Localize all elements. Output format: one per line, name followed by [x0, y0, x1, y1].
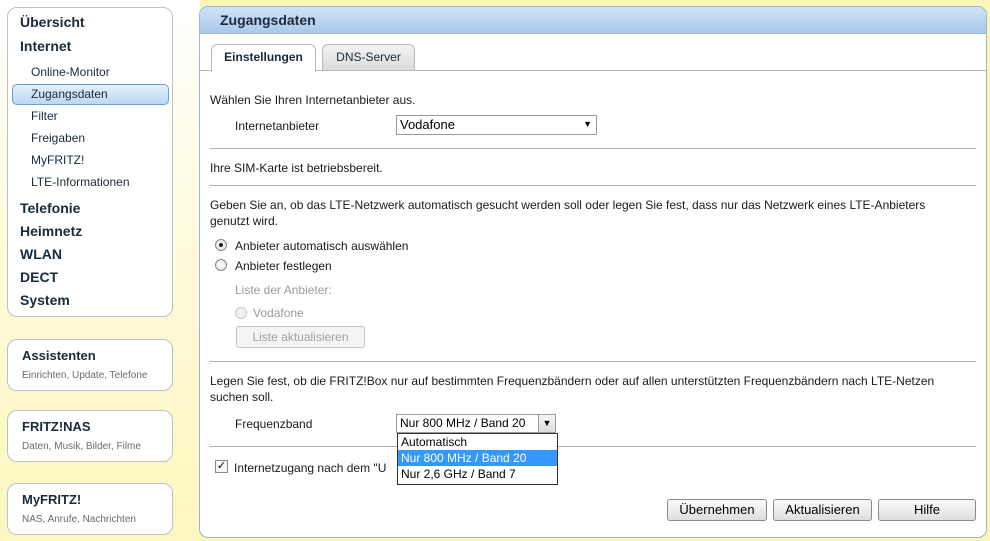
fritznas-title: FRITZ!NAS [22, 419, 91, 434]
assistenten-box[interactable]: Assistenten Einrichten, Update, Telefone [7, 339, 173, 391]
provider-list-label: Liste der Anbieter: [235, 283, 332, 297]
provider-list-item: Vodafone [253, 306, 304, 320]
nav-item-wlan[interactable]: WLAN [20, 246, 62, 262]
chevron-down-icon[interactable]: ▼ [538, 415, 555, 432]
radio-auto-provider[interactable] [215, 239, 227, 251]
band-option-2-6ghz[interactable]: Nur 2,6 GHz / Band 7 [398, 466, 557, 482]
nav-item-freigaben[interactable]: Freigaben [31, 131, 85, 145]
nav-item-system[interactable]: System [20, 292, 70, 308]
help-button[interactable]: Hilfe [878, 499, 976, 521]
content-panel: Zugangsdaten Einstellungen DNS-Server Wä… [199, 6, 987, 538]
provider-label: Internetanbieter [235, 119, 320, 133]
tab-dns-server[interactable]: DNS-Server [322, 44, 415, 71]
tab-divider [200, 70, 986, 71]
divider [210, 148, 976, 149]
band-select[interactable]: Nur 800 MHz / Band 20 ▼ [396, 414, 556, 433]
divider [210, 446, 976, 447]
panel-header: Zugangsdaten [200, 7, 986, 34]
nav-item-dect[interactable]: DECT [20, 269, 58, 285]
nav-item-telefonie[interactable]: Telefonie [20, 200, 80, 216]
band-label: Frequenzband [235, 417, 313, 431]
band-option-automatisch[interactable]: Automatisch [398, 434, 557, 450]
page-title: Zugangsdaten [220, 12, 316, 28]
radio-auto-label[interactable]: Anbieter automatisch auswählen [235, 239, 408, 253]
band-option-800mhz[interactable]: Nur 800 MHz / Band 20 [398, 450, 557, 466]
band-description: Legen Sie fest, ob die FRITZ!Box nur auf… [210, 374, 935, 404]
chevron-down-icon: ▼ [583, 119, 592, 129]
band-select-value: Nur 800 MHz / Band 20 [400, 416, 526, 430]
tab-einstellungen[interactable]: Einstellungen [211, 44, 316, 72]
fritznas-subtitle: Daten, Musik, Bilder, Filme [22, 441, 141, 452]
radio-provider-vodafone [235, 307, 247, 319]
provider-prompt: Wählen Sie Ihren Internetanbieter aus. [210, 93, 416, 107]
apply-button[interactable]: Übernehmen [667, 499, 767, 521]
myfritz-subtitle: NAS, Anrufe, Nachrichten [22, 514, 136, 525]
nav-item-online-monitor[interactable]: Online-Monitor [31, 65, 110, 79]
divider [210, 361, 976, 362]
provider-select-value: Vodafone [400, 117, 455, 132]
myfritz-title: MyFRITZ! [22, 492, 82, 507]
internet-access-checkbox[interactable]: ✓ [215, 460, 228, 473]
fritznas-box[interactable]: FRITZ!NAS Daten, Musik, Bilder, Filme [7, 410, 173, 462]
radio-fixed-provider[interactable] [215, 259, 227, 271]
nav-item-zugangsdaten[interactable]: Zugangsdaten [31, 87, 108, 101]
nav-item-myfritz[interactable]: MyFRITZ! [31, 153, 84, 167]
refresh-button[interactable]: Aktualisieren [773, 499, 872, 521]
network-description: Geben Sie an, ob das LTE-Netzwerk automa… [210, 198, 926, 228]
divider [210, 185, 976, 186]
assistenten-title: Assistenten [22, 348, 96, 363]
internet-access-label: Internetzugang nach dem "U [234, 461, 387, 475]
myfritz-box[interactable]: MyFRITZ! NAS, Anrufe, Nachrichten [7, 483, 173, 535]
nav-item-filter[interactable]: Filter [31, 109, 58, 123]
nav-item-lte-informationen[interactable]: LTE-Informationen [31, 175, 130, 189]
radio-fixed-label[interactable]: Anbieter festlegen [235, 259, 332, 273]
nav-item-heimnetz[interactable]: Heimnetz [20, 223, 82, 239]
band-dropdown-list: Automatisch Nur 800 MHz / Band 20 Nur 2,… [397, 433, 558, 485]
nav-item-internet[interactable]: Internet [20, 38, 71, 54]
sim-status: Ihre SIM-Karte ist betriebsbereit. [210, 161, 383, 175]
provider-select[interactable]: Vodafone ▼ [396, 115, 597, 135]
nav-item-uebersicht[interactable]: Übersicht [20, 14, 85, 30]
refresh-list-button: Liste aktualisieren [236, 326, 365, 348]
assistenten-subtitle: Einrichten, Update, Telefone [22, 370, 148, 381]
